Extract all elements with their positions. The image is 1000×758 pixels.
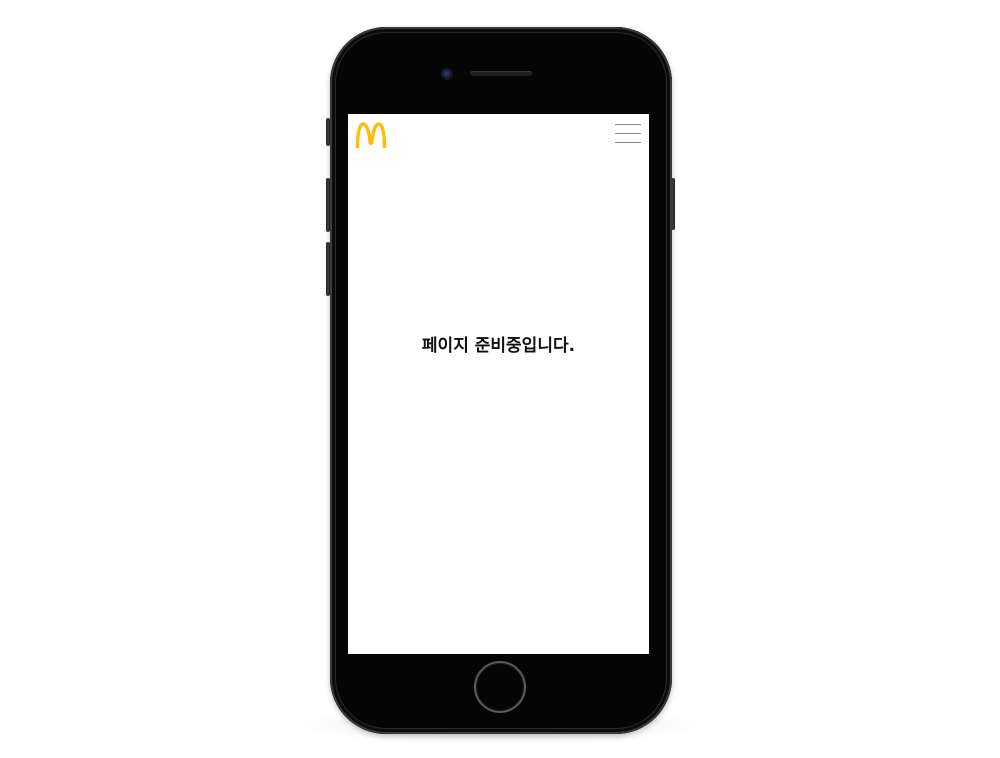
menu-line: [615, 124, 641, 125]
menu-line: [615, 133, 641, 134]
front-camera-icon: [442, 69, 452, 79]
hamburger-menu-icon[interactable]: [615, 123, 641, 145]
mcdonalds-logo-icon[interactable]: [355, 121, 387, 149]
earpiece-speaker: [470, 71, 532, 76]
page-under-construction-message: 페이지 준비중입니다.: [421, 336, 576, 356]
stage: 페이지 준비중입니다.: [0, 0, 1000, 758]
home-button[interactable]: [474, 661, 526, 713]
menu-line: [615, 142, 641, 143]
phone-screen: 페이지 준비중입니다.: [348, 114, 649, 654]
